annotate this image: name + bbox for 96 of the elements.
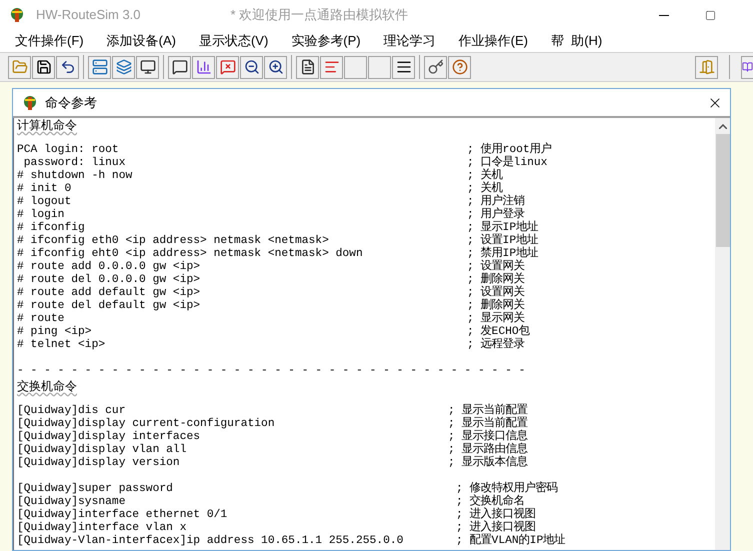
exit-icon (698, 59, 714, 75)
command-comment: ; 禁用IP地址 (467, 248, 538, 260)
command-text: # logout (17, 196, 72, 208)
app-icon (8, 6, 26, 24)
toolbar-button[interactable] (168, 56, 191, 78)
zoom-out-icon (244, 59, 260, 75)
command-text: [Quidway-Vlan-interfacex]ip address 10.65.1.1 255.255.0.0 (17, 535, 404, 548)
document-icon (300, 59, 316, 75)
chat-icon (172, 59, 188, 75)
toolbar-button[interactable] (296, 56, 319, 78)
command-comment: ; 关机 (467, 183, 503, 195)
menu-item[interactable]: 添加设备(A) (102, 31, 181, 51)
computer-icon (140, 59, 156, 75)
book-icon (742, 61, 753, 73)
maximize-icon (704, 10, 716, 20)
command-text: [Quidway]interface ethernet 0/1 (17, 509, 228, 522)
text-lines-icon (396, 59, 412, 75)
child-window-title: 命令参考 (45, 94, 97, 112)
command-text: # ifconfig (17, 222, 86, 234)
command-comment: ; 进入接口视图 (456, 509, 536, 521)
undo-icon (60, 59, 76, 75)
command-comment: ; 显示版本信息 (448, 457, 528, 470)
menu-item[interactable]: 作业操作(E) (454, 31, 533, 51)
command-text: # login (17, 209, 66, 222)
command-comment: ; 口令是linux (467, 157, 548, 169)
command-comment: ; 显示当前配置 (448, 405, 528, 417)
command-text: [Quidway]super password (17, 483, 174, 496)
command-text: # route del default gw <ip> (17, 300, 202, 313)
key-icon (428, 59, 444, 75)
command-text: # route (17, 313, 66, 326)
command-text: [Quidway]dis cur (17, 405, 126, 418)
command-text: # init 0 (17, 183, 72, 196)
window-subtitle: * 欢迎使用一点通路由模拟软件 (230, 6, 408, 24)
command-comment: ; 使用root用户 (467, 144, 552, 156)
command-text: [Quidway]display version (17, 457, 181, 470)
help-icon (452, 59, 468, 75)
minimize-icon (659, 14, 669, 16)
toolbar-button[interactable] (136, 56, 159, 78)
toolbar-button[interactable] (32, 56, 55, 78)
command-text: password: linux (22, 157, 126, 170)
command-comment: ; 设置网关 (467, 287, 525, 299)
command-text: [Quidway]display current-configuration (17, 418, 276, 430)
folder-icon (12, 59, 28, 75)
menu-item[interactable]: 文件操作(F) (10, 31, 89, 51)
command-comment: ; 显示IP地址 (467, 222, 538, 234)
command-comment: ; 发ECHO包 (467, 326, 530, 338)
window-title: HW-RouteSim 3.0 (36, 6, 141, 24)
command-text: # telnet <ip> (17, 339, 106, 352)
command-comment: ; 修改特权用户密码 (456, 483, 558, 495)
command-comment: ; 用户注销 (467, 196, 525, 208)
command-comment: ; 显示路由信息 (448, 444, 528, 456)
command-comment: ; 设置网关 (467, 261, 525, 273)
toolbar-button[interactable] (392, 56, 415, 78)
command-text: # shutdown -h now (17, 170, 134, 182)
separator-line: - - - - - - - - - - - - - - - - - - - - - - - - - - - - - - - - - - - - - - (17, 365, 526, 378)
command-comment: ; 用户登录 (467, 209, 525, 221)
chart-icon (196, 59, 212, 75)
command-comment: ; 删除网关 (467, 300, 525, 312)
command-comment: ; 显示网关 (467, 313, 525, 325)
command-text: [Quidway]sysname (17, 496, 126, 508)
command-text: # route add default gw <ip> (17, 287, 202, 300)
command-text: PCA login: root (17, 144, 120, 156)
toolbar-button[interactable] (264, 56, 287, 78)
command-comment: ; 远程登录 (467, 339, 525, 352)
toolbar-button[interactable] (56, 56, 79, 78)
delete-chat-icon (220, 59, 236, 75)
save-icon (36, 59, 52, 75)
toolbar-button[interactable] (240, 56, 263, 78)
text-lines-icon (324, 59, 340, 75)
menu-item[interactable]: 显示状态(V) (194, 31, 274, 51)
command-comment: ; 交换机命名 (456, 496, 525, 508)
command-comment: ; 显示当前配置 (448, 418, 528, 430)
section-heading: 交换机命令 (17, 380, 77, 395)
command-text: # route add 0.0.0.0 gw <ip> (17, 261, 202, 274)
zoom-in-icon (268, 59, 284, 75)
scrollbar[interactable] (715, 118, 730, 550)
scroll-thumb[interactable] (716, 134, 730, 247)
command-comment: ; 设置IP地址 (467, 235, 538, 247)
command-text: # ping <ip> (17, 326, 93, 338)
command-comment: ; 进入接口视图 (456, 522, 536, 534)
menu-item[interactable]: 理论学习 (378, 31, 441, 51)
command-text: [Quidway]interface vlan x (17, 522, 188, 534)
app-icon (21, 94, 39, 112)
menu-item[interactable]: 实验参考(P) (286, 31, 366, 51)
command-text: [Quidway]display interfaces (17, 431, 202, 444)
command-comment: ; 配置VLAN的IP地址 (456, 535, 566, 548)
command-text: [Quidway]display vlan all (17, 444, 188, 456)
command-text: # ifconfig eht0 <ip address> netmask <netmask> down (17, 248, 364, 260)
command-text: # ifconfig eth0 <ip address> netmask <netmask> (17, 235, 330, 248)
command-text: # route del 0.0.0.0 gw <ip> (17, 274, 202, 286)
command-comment: ; 删除网关 (467, 274, 525, 286)
command-comment: ; 显示接口信息 (448, 431, 528, 443)
menu-item[interactable]: 帮 助(H) (546, 31, 608, 51)
section-heading: 计算机命令 (17, 119, 77, 134)
command-comment: ; 关机 (467, 170, 503, 182)
toolbar-button[interactable] (424, 56, 447, 78)
